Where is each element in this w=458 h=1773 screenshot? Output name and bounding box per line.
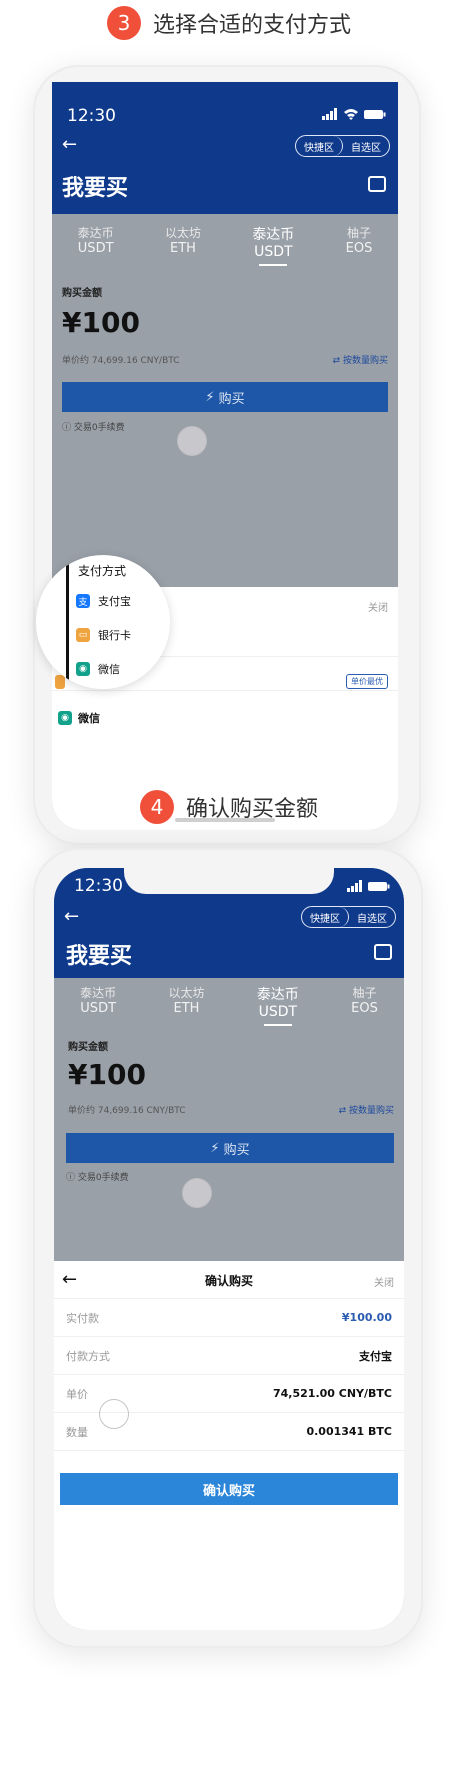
coin-tabs: 泰达币 USDT 以太坊 ETH 泰达币 USDT 柚子 EOS <box>54 984 404 1026</box>
battery-icon <box>364 110 386 119</box>
step-4-title: 4 确认购买金额 <box>0 790 458 824</box>
coin-tab-eth[interactable]: 以太坊 ETH <box>165 224 201 266</box>
quick-zone-tab[interactable]: 快捷区 <box>296 136 343 156</box>
wechat-option-label: 微信 <box>98 663 120 676</box>
phone-notch <box>124 868 334 894</box>
coin-tab-eth[interactable]: 以太坊 ETH <box>168 984 204 1026</box>
page-title: 我要买 <box>62 176 129 201</box>
row-label: 单价 <box>66 1387 88 1401</box>
sheet-header: ← 确认购买 关闭 <box>54 1261 404 1299</box>
payment-option-bank-card[interactable]: ▭ 银行卡 <box>76 627 131 643</box>
page-title: 我要买 <box>66 944 133 969</box>
paid-amount-row: 实付款 ¥100.00 <box>54 1299 404 1337</box>
alipay-icon: 支 <box>76 594 90 608</box>
quick-zone-tab[interactable]: 快捷区 <box>302 907 349 927</box>
status-time: 12:30 <box>74 876 123 896</box>
buy-button-label: 购买 <box>218 391 245 407</box>
buy-by-quantity-link[interactable]: ⇄ 按数量购买 <box>333 353 388 366</box>
amount-value[interactable]: ¥100 <box>62 306 140 339</box>
row-label: 数量 <box>66 1425 88 1439</box>
payment-method-row: 付款方式 支付宝 <box>54 1337 404 1375</box>
status-time: 12:30 <box>67 106 116 126</box>
signal-icon <box>347 880 362 892</box>
lightning-icon: ⚡ <box>205 389 215 405</box>
wifi-icon <box>344 109 358 120</box>
step-3-title: 3 选择合适的支付方式 <box>0 6 458 40</box>
back-arrow-icon[interactable]: ← <box>64 906 79 927</box>
sheet-title: 确认购买 <box>204 1274 253 1288</box>
fee-text: 交易0手续费 <box>77 1173 129 1183</box>
coin-tab-eos[interactable]: 柚子 EOS <box>346 224 373 266</box>
wechat-label: 微信 <box>78 712 100 725</box>
payment-method-header: 支付方式 <box>78 564 127 578</box>
touch-indicator <box>177 426 207 456</box>
bank-card-icon: ▭ <box>76 628 90 642</box>
close-button[interactable]: 关闭 <box>374 1274 394 1289</box>
phone-screen-2: 12:30 ← 快捷区 自选区 我要买 泰达币 USDT 以太坊 ETH 泰达币 US… <box>54 868 404 1630</box>
coin-tab-eos[interactable]: 柚子 EOS <box>351 984 378 1026</box>
signal-icon <box>322 108 337 120</box>
step-number-badge: 4 <box>139 790 174 824</box>
magnifier-edge <box>66 555 69 689</box>
scan-icon[interactable] <box>374 944 392 960</box>
bank-card-label: 银行卡 <box>98 629 131 642</box>
coin-tab-usdt-active[interactable]: 泰达币 USDT <box>257 984 299 1026</box>
battery-icon <box>368 882 390 891</box>
coin-tab-usdt[interactable]: 泰达币 USDT <box>80 984 116 1026</box>
row-value: 0.001341 BTC <box>306 1425 392 1438</box>
alipay-label: 支付宝 <box>98 595 131 608</box>
wechat-icon: ◉ <box>58 711 72 725</box>
confirm-purchase-button[interactable]: 确认购买 <box>60 1473 398 1505</box>
coin-tab-usdt-active[interactable]: 泰达币 USDT <box>252 224 294 266</box>
payment-option-wechat[interactable]: ◉ 微信 <box>76 661 120 677</box>
bank-card-icon-partial <box>55 675 65 689</box>
row-label: 付款方式 <box>66 1349 110 1363</box>
header-bar: 12:30 ← 快捷区 自选区 我要买 <box>52 82 398 214</box>
close-button[interactable]: 关闭 <box>368 599 388 614</box>
payment-option-alipay[interactable]: 支 支付宝 <box>76 593 131 609</box>
zone-toggle[interactable]: 快捷区 自选区 <box>301 906 396 928</box>
status-icons <box>322 108 386 120</box>
step-number-badge: 3 <box>106 6 141 40</box>
confirm-purchase-sheet: ← 确认购买 关闭 实付款 ¥100.00 付款方式 支付宝 单价 74,521.00… <box>54 1261 404 1630</box>
amount-value[interactable]: ¥100 <box>68 1058 146 1091</box>
row-value: ¥100.00 <box>341 1311 392 1324</box>
step-title-text: 确认购买金额 <box>185 797 318 822</box>
magnifier-callout: 支付方式 支 支付宝 ▭ 银行卡 ◉ 微信 <box>36 555 170 689</box>
best-price-tag: 单价最优 <box>346 674 388 689</box>
scan-icon[interactable] <box>368 176 386 192</box>
touch-indicator <box>182 1178 212 1208</box>
row-label: 实付款 <box>66 1311 99 1325</box>
zone-toggle[interactable]: 快捷区 自选区 <box>295 135 390 157</box>
unit-price: 单价约 74,699.16 CNY/BTC <box>62 356 180 366</box>
back-arrow-icon[interactable]: ← <box>62 134 77 155</box>
phone-screen-1: 12:30 ← 快捷区 自选区 我要买 泰达币 USDT 以太坊 ETH 泰达币 US… <box>52 82 398 830</box>
coin-tab-usdt[interactable]: 泰达币 USDT <box>78 224 114 266</box>
fee-note: ⓘ 交易0手续费 <box>62 423 125 433</box>
lightning-icon: ⚡ <box>210 1140 220 1156</box>
step-title-text: 选择合适的支付方式 <box>152 13 351 38</box>
custom-zone-tab[interactable]: 自选区 <box>343 136 389 156</box>
amount-label: 购买金额 <box>68 1042 108 1053</box>
row-value: 74,521.00 CNY/BTC <box>273 1387 392 1400</box>
buy-button[interactable]: ⚡ 购买 <box>62 382 388 412</box>
buy-button[interactable]: ⚡ 购买 <box>66 1133 394 1163</box>
coin-tabs: 泰达币 USDT 以太坊 ETH 泰达币 USDT 柚子 EOS <box>52 224 398 266</box>
status-icons <box>347 880 390 892</box>
custom-zone-tab[interactable]: 自选区 <box>349 907 395 927</box>
unit-price: 单价约 74,699.16 CNY/BTC <box>68 1106 186 1116</box>
amount-label: 购买金额 <box>62 288 102 299</box>
row-value: 支付宝 <box>359 1349 392 1363</box>
fee-note: ⓘ 交易0手续费 <box>66 1173 129 1183</box>
fee-text: 交易0手续费 <box>73 423 125 433</box>
buy-by-quantity-link[interactable]: ⇄ 按数量购买 <box>339 1103 394 1116</box>
wechat-option[interactable]: ◉ 微信 <box>58 710 100 726</box>
wechat-icon: ◉ <box>76 662 90 676</box>
touch-indicator <box>99 1399 129 1429</box>
buy-button-label: 购买 <box>223 1142 250 1158</box>
